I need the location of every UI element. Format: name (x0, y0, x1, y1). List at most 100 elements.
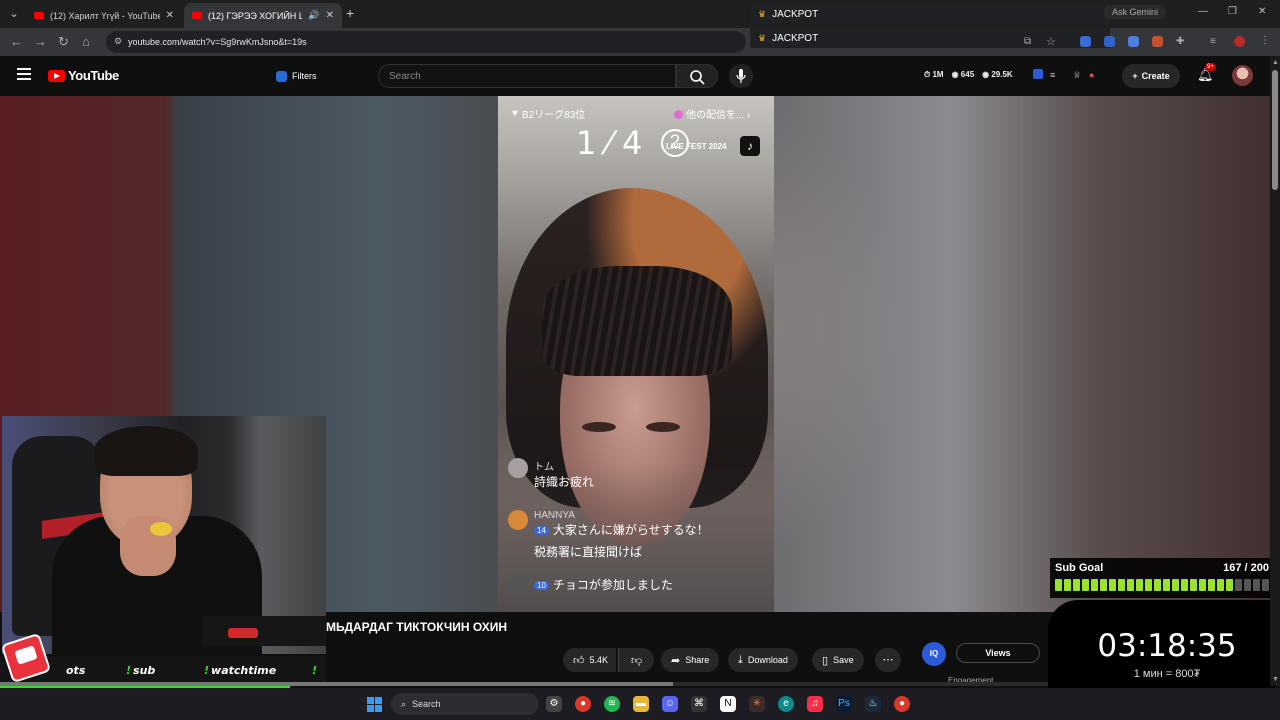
extension-icon[interactable] (1104, 36, 1115, 47)
mic-arm-shape (202, 616, 326, 646)
omnibox[interactable]: ⚙ youtube.com/watch?v=Sg9rwKmJsno&t=19s (106, 31, 746, 53)
youtube-favicon-icon (34, 12, 44, 19)
install-icon[interactable]: ⧉ (1024, 36, 1031, 47)
bookmark-star-icon[interactable]: ☆ (1046, 35, 1056, 48)
stat-subs: ⏱ 1M (924, 70, 944, 79)
countdown-timer: 03:18:35 (1097, 628, 1237, 664)
steam-icon[interactable]: ♨ (865, 696, 881, 712)
forward-icon[interactable]: → (34, 34, 47, 49)
chrome-icon[interactable]: ● (575, 696, 591, 712)
search-icon (690, 70, 705, 85)
app-icon[interactable]: ⚙ (546, 696, 562, 712)
chrome-icon[interactable]: ● (894, 696, 910, 712)
site-info-icon[interactable]: ⚙ (114, 36, 122, 47)
eye-shape (582, 422, 616, 432)
trophy-icon[interactable]: ♕ (1073, 70, 1083, 80)
like-button[interactable]: 👍︎ 5.4K (563, 648, 617, 672)
save-button[interactable]: ▯ Save (812, 648, 864, 672)
video-progress-fill (0, 682, 674, 686)
extensions-puzzle-icon[interactable]: ✚ (1176, 36, 1184, 47)
home-icon[interactable]: ⌂ (82, 34, 90, 49)
youtube-logo[interactable]: YouTube (48, 68, 119, 83)
speaker-icon[interactable]: 🔊 (308, 10, 319, 21)
filters-button[interactable]: Filters (276, 66, 317, 86)
windows-start-icon[interactable] (367, 697, 382, 712)
search-input[interactable]: Search (378, 64, 676, 88)
share-button[interactable]: ➦ Share (661, 648, 720, 672)
voice-search-button[interactable] (729, 64, 753, 88)
account-avatar[interactable] (1232, 65, 1253, 86)
chat-level-badge: 10 (534, 581, 549, 590)
create-button[interactable]: + Create (1122, 64, 1180, 88)
browser-tab-2-active[interactable]: (12) ГЭРЭЭ ХОГИЙН ЦЭГ БО 🔊 ✕ (184, 3, 342, 28)
taskbar-search[interactable]: ⌕ Search (391, 693, 539, 715)
music-icon[interactable]: ♫ (807, 696, 823, 712)
page-scrollbar[interactable]: ▲ ▼ (1270, 56, 1280, 686)
scroll-down-icon[interactable]: ▼ (1272, 676, 1279, 683)
save-label: Save (833, 655, 854, 665)
dislike-button[interactable]: 👎︎ (618, 648, 655, 672)
live-fest-label: LIVE FEST 2024 (666, 142, 727, 151)
scroll-up-icon[interactable]: ▲ (1272, 59, 1279, 66)
browser-tab-strip: ⌄ (12) Харилт Үгүй - YouTube ✕ (12) ГЭРЭ… (0, 0, 1280, 28)
iq-icon[interactable] (1033, 69, 1043, 79)
jackpot-title-2: ♛ JACKPOT (750, 28, 1110, 48)
browser-tab-1[interactable]: (12) Харилт Үгүй - YouTube ✕ (26, 3, 182, 28)
scrollbar-thumb[interactable] (1272, 70, 1278, 190)
sub-goal-segment (1118, 579, 1125, 591)
extension-icon[interactable] (1080, 36, 1091, 47)
reading-list-icon[interactable]: ≡ (1210, 36, 1216, 47)
edge-icon[interactable]: e (778, 696, 794, 712)
sub-goal-segment (1073, 579, 1080, 591)
download-icon: ⤓ (738, 653, 743, 666)
back-icon[interactable]: ← (10, 34, 23, 49)
videos-value: 645 (960, 70, 975, 79)
maximize-icon[interactable]: ❐ (1228, 6, 1237, 17)
heart-icon: ♥ (512, 108, 518, 119)
chat-message: 税務署に直接聞けば (534, 543, 642, 560)
crown-icon: ♛ (758, 32, 767, 43)
plus-icon: + (1132, 71, 1138, 81)
extension-icon[interactable] (1152, 36, 1163, 47)
list-icon[interactable]: ≡ (1050, 70, 1060, 80)
tab-search-icon[interactable]: ⌄ (6, 6, 22, 22)
close-tab-icon[interactable]: ✕ (326, 10, 334, 21)
reload-icon[interactable]: ↻ (58, 34, 69, 50)
file-explorer-icon[interactable]: ▬ (633, 696, 649, 712)
discord-icon[interactable]: ☺ (662, 696, 678, 712)
guide-menu-icon[interactable] (17, 68, 31, 80)
spotify-icon[interactable]: ≋ (604, 696, 620, 712)
app-icon[interactable]: ⌘ (691, 696, 707, 712)
views-tab[interactable]: Views (956, 643, 1040, 663)
minimize-icon[interactable]: — (1198, 6, 1208, 17)
close-window-icon[interactable]: ✕ (1258, 6, 1266, 17)
youtube-favicon-icon (192, 12, 202, 19)
record-icon[interactable]: ● (1089, 70, 1099, 80)
download-button[interactable]: ⤓ Download (728, 648, 798, 672)
close-tab-icon[interactable]: ✕ (166, 10, 174, 21)
views-value: 29.5K (991, 70, 1013, 79)
bangs-shape (542, 266, 732, 376)
command-text: ! (312, 664, 318, 677)
chat-text: 大家さんに嫌がらせするな！ (552, 523, 709, 537)
profile-icon[interactable] (1234, 36, 1245, 47)
stat-videos: ◉ 645 (951, 70, 975, 79)
notion-icon[interactable]: N (720, 696, 736, 712)
new-tab-button[interactable]: + (346, 5, 354, 21)
like-count: 5.4K (589, 655, 609, 665)
crown-icon: ♛ (758, 8, 767, 19)
ask-gemini-button[interactable]: Ask Gemini (1104, 5, 1167, 19)
thumbs-up-icon: 👍︎ (573, 654, 585, 667)
menu-kebab-icon[interactable]: ⋮ (1260, 35, 1270, 46)
jackpot-label: JACKPOT (772, 32, 819, 44)
taskbar-search-label: Search (412, 699, 441, 709)
extension-icon[interactable] (1128, 36, 1139, 47)
sub-goal-segment (1082, 579, 1089, 591)
search-button[interactable] (676, 64, 718, 88)
app-icon[interactable]: ✳ (749, 696, 765, 712)
more-actions-button[interactable]: ⋯ (875, 648, 901, 672)
sub-goal-widget: Sub Goal 167 / 200 (1050, 558, 1274, 598)
photoshop-icon[interactable]: Ps (836, 696, 852, 712)
iq-button[interactable]: IQ (922, 642, 946, 666)
tab-title: (12) ГЭРЭЭ ХОГИЙН ЦЭГ БО (208, 10, 303, 21)
